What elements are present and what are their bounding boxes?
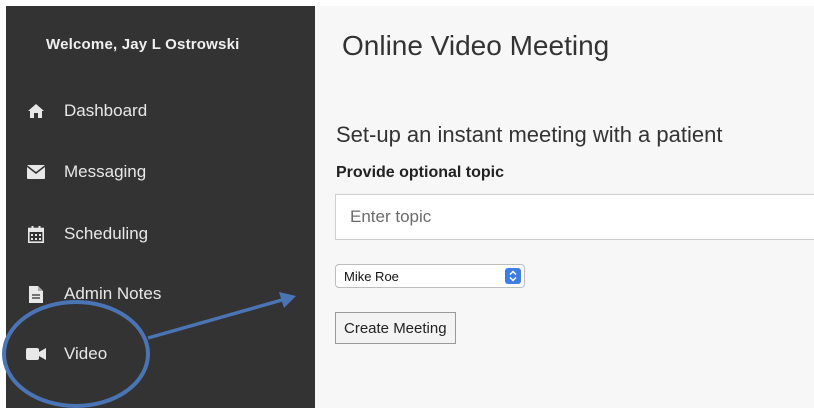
calendar-icon [26, 225, 46, 243]
home-icon [26, 102, 46, 120]
main-content: Online Video Meeting Set-up an instant m… [315, 6, 814, 408]
sidebar-item-label: Scheduling [64, 224, 149, 243]
app-window: Welcome, Jay L Ostrowski Dashboard Messa… [6, 6, 814, 408]
sidebar-item-messaging[interactable]: Messaging [26, 157, 146, 187]
section-heading: Set-up an instant meeting with a patient [336, 122, 723, 147]
sidebar-item-label: Messaging [64, 162, 147, 181]
document-icon [26, 285, 46, 303]
sidebar-item-label: Video [64, 344, 108, 363]
sidebar-item-label: Dashboard [64, 101, 148, 120]
sidebar-item-video[interactable]: Video [26, 339, 107, 369]
topic-input[interactable] [335, 194, 814, 240]
page-title: Online Video Meeting [342, 30, 610, 61]
patient-select[interactable]: Mike Roe [335, 264, 525, 288]
sidebar-item-scheduling[interactable]: Scheduling [26, 219, 148, 249]
topic-label: Provide optional topic [336, 164, 505, 181]
patient-select-value: Mike Roe [344, 268, 399, 284]
select-arrows-icon [505, 268, 521, 284]
sidebar-item-label: Admin Notes [64, 284, 162, 303]
envelope-icon [26, 163, 46, 181]
video-camera-icon [26, 345, 46, 363]
sidebar-item-admin-notes[interactable]: Admin Notes [26, 279, 161, 309]
welcome-text: Welcome, Jay L Ostrowski [46, 36, 240, 53]
sidebar: Welcome, Jay L Ostrowski Dashboard Messa… [6, 6, 315, 408]
create-meeting-button[interactable]: Create Meeting [335, 312, 456, 344]
sidebar-item-dashboard[interactable]: Dashboard [26, 96, 147, 126]
